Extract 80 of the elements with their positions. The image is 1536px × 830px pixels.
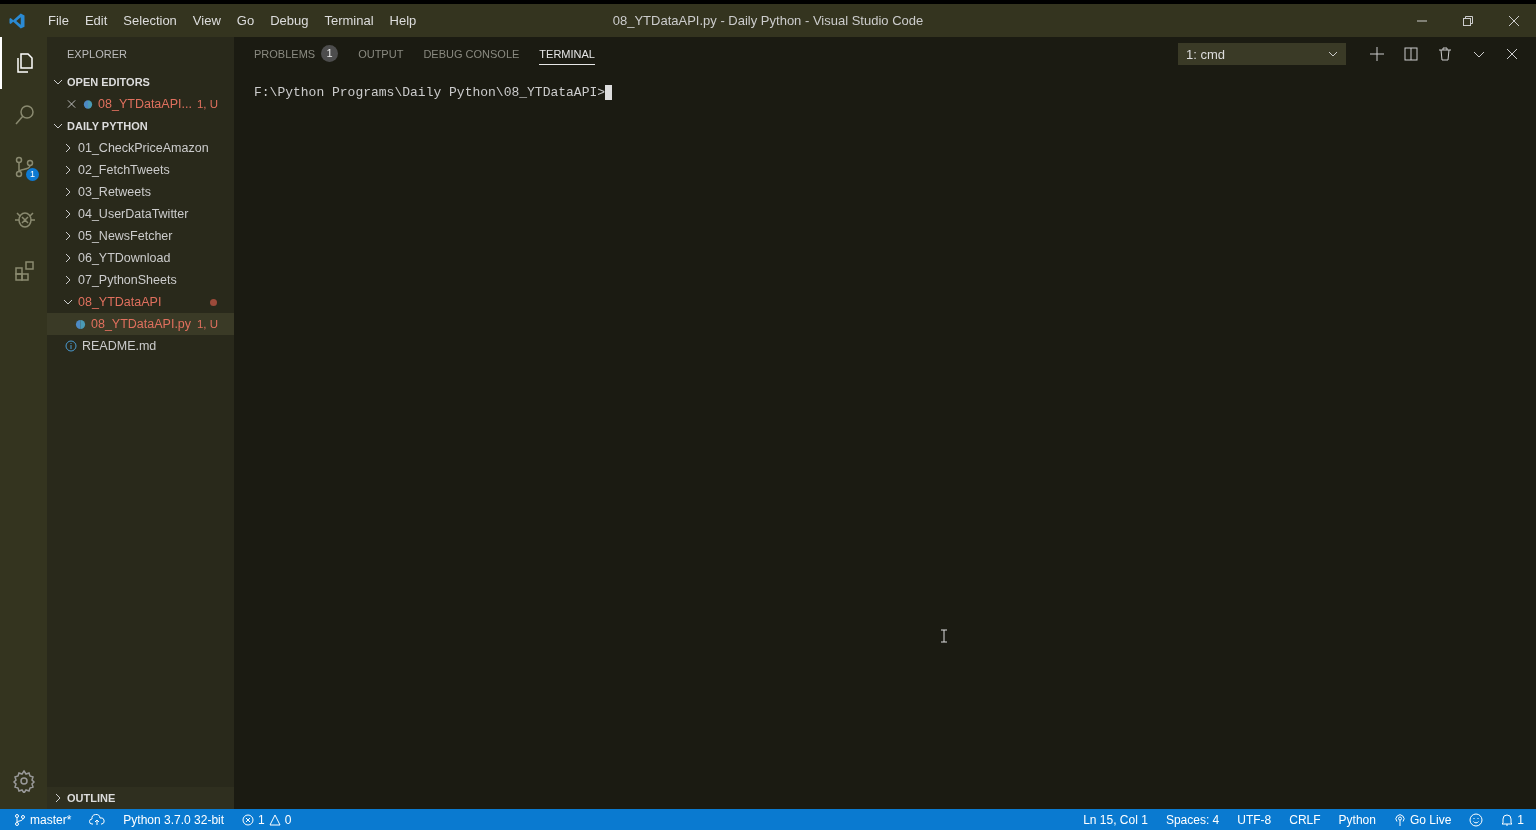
smiley-icon[interactable] bbox=[1469, 812, 1484, 827]
branch-status[interactable]: master* bbox=[14, 812, 72, 827]
status-item[interactable]: Ln 15, Col 1 bbox=[1083, 812, 1148, 827]
file-status: 1, U bbox=[196, 318, 219, 330]
broadcast-icon bbox=[1393, 813, 1406, 826]
settings-icon[interactable] bbox=[11, 769, 36, 793]
panel-tab[interactable]: DEBUG CONSOLE bbox=[423, 43, 520, 65]
code-logo-icon bbox=[8, 11, 26, 30]
terminal-prompt: F:\Python Programs\Daily Python\08_YTDataAPI> bbox=[254, 85, 606, 100]
activity-bar-button[interactable]: 1 bbox=[0, 141, 47, 193]
tree-item-name: 04_UserDataTwitter bbox=[78, 207, 189, 221]
status-item[interactable]: Spaces: 4 bbox=[1165, 812, 1220, 827]
menu-item[interactable]: Terminal bbox=[316, 13, 382, 28]
trash-icon[interactable] bbox=[1438, 47, 1452, 61]
terminal-dropdown[interactable]: 1: cmd bbox=[1178, 43, 1346, 65]
menu-item[interactable]: View bbox=[184, 13, 229, 28]
menu-item[interactable]: Help bbox=[381, 13, 425, 28]
menu-item[interactable]: Go bbox=[228, 13, 263, 28]
tree-item[interactable]: 02_FetchTweets bbox=[47, 159, 234, 181]
search-icon bbox=[12, 103, 37, 127]
interpreter-status[interactable]: Python 3.7.0 32-bit bbox=[123, 812, 225, 827]
tree-item[interactable]: 06_YTDownload bbox=[47, 247, 234, 269]
tree-item-name: 07_PythonSheets bbox=[78, 273, 177, 287]
problems-status[interactable]: 1 0 bbox=[242, 812, 292, 827]
info-icon bbox=[65, 340, 77, 352]
cloud-upload-icon[interactable] bbox=[89, 813, 106, 826]
file-status: 1, U bbox=[196, 98, 219, 110]
chevron-down-icon bbox=[1328, 49, 1338, 59]
tree-item[interactable]: README.md bbox=[47, 335, 234, 357]
panel-tab[interactable]: PROBLEMS 1 bbox=[254, 43, 339, 65]
terminal-cursor bbox=[605, 85, 613, 100]
sidebar-title: EXPLORER bbox=[66, 47, 128, 62]
bell-icon bbox=[1501, 813, 1514, 826]
tree-item[interactable]: 08_YTDataAPI.py 1, U bbox=[47, 313, 234, 335]
count-badge: 1 bbox=[321, 45, 339, 62]
status-item[interactable]: CRLF bbox=[1289, 812, 1321, 827]
branch-icon bbox=[14, 813, 26, 826]
notifications-button[interactable]: 1 bbox=[1501, 812, 1524, 827]
panel-tab[interactable]: TERMINAL bbox=[539, 43, 595, 65]
tree-item-name: 08_YTDataAPI.py bbox=[91, 317, 192, 331]
split-icon[interactable] bbox=[1404, 47, 1418, 61]
tree-item-name: 01_CheckPriceAmazon bbox=[78, 141, 209, 155]
text-cursor-icon bbox=[940, 629, 948, 643]
extensions-icon bbox=[12, 259, 37, 283]
tree-item-name: 06_YTDownload bbox=[78, 251, 171, 265]
status-item[interactable]: Python bbox=[1338, 812, 1376, 827]
open-editor-item[interactable]: 08_YTDataAPI... 1, U bbox=[47, 93, 234, 115]
section-header[interactable]: DAILY PYTHON bbox=[47, 115, 234, 137]
section-header[interactable]: OPEN EDITORS bbox=[47, 71, 234, 93]
tree-item[interactable]: 08_YTDataAPI bbox=[47, 291, 234, 313]
modified-dot bbox=[210, 298, 217, 306]
python-file-icon bbox=[75, 318, 86, 330]
count-badge: 1 bbox=[26, 168, 39, 181]
tree-item-name: 08_YTDataAPI bbox=[78, 295, 162, 309]
warning-icon bbox=[268, 813, 281, 826]
error-icon bbox=[242, 813, 255, 826]
close-icon[interactable] bbox=[1508, 14, 1520, 27]
menu-item[interactable]: File bbox=[40, 13, 77, 28]
tree-item[interactable]: 03_Retweets bbox=[47, 181, 234, 203]
tree-item[interactable]: 07_PythonSheets bbox=[47, 269, 234, 291]
plus-icon[interactable] bbox=[1370, 47, 1384, 61]
tree-item-name: README.md bbox=[82, 339, 157, 353]
section-header[interactable]: OUTLINE bbox=[47, 787, 234, 809]
tree-item[interactable]: 01_CheckPriceAmazon bbox=[47, 137, 234, 159]
window-title: 08_YTDataAPI.py - Daily Python - Visual Studio Code bbox=[612, 13, 924, 28]
tree-item[interactable]: 05_NewsFetcher bbox=[47, 225, 234, 247]
python-file-icon bbox=[83, 98, 94, 110]
menu-item[interactable]: Selection bbox=[115, 13, 185, 28]
restore-icon[interactable] bbox=[1462, 14, 1474, 27]
panel-tab[interactable]: OUTPUT bbox=[358, 43, 404, 65]
menu-item[interactable]: Debug bbox=[262, 13, 317, 28]
go-live-button[interactable]: Go Live bbox=[1393, 812, 1452, 827]
tree-item-name: 02_FetchTweets bbox=[78, 163, 170, 177]
tree-item-name: 05_NewsFetcher bbox=[78, 229, 173, 243]
status-item[interactable]: UTF-8 bbox=[1237, 812, 1272, 827]
file-name: 08_YTDataAPI... bbox=[98, 97, 192, 111]
tree-item[interactable]: 04_UserDataTwitter bbox=[47, 203, 234, 225]
menu-item[interactable]: Edit bbox=[76, 13, 116, 28]
close-icon[interactable] bbox=[1506, 48, 1518, 60]
tree-item-name: 03_Retweets bbox=[78, 185, 151, 199]
